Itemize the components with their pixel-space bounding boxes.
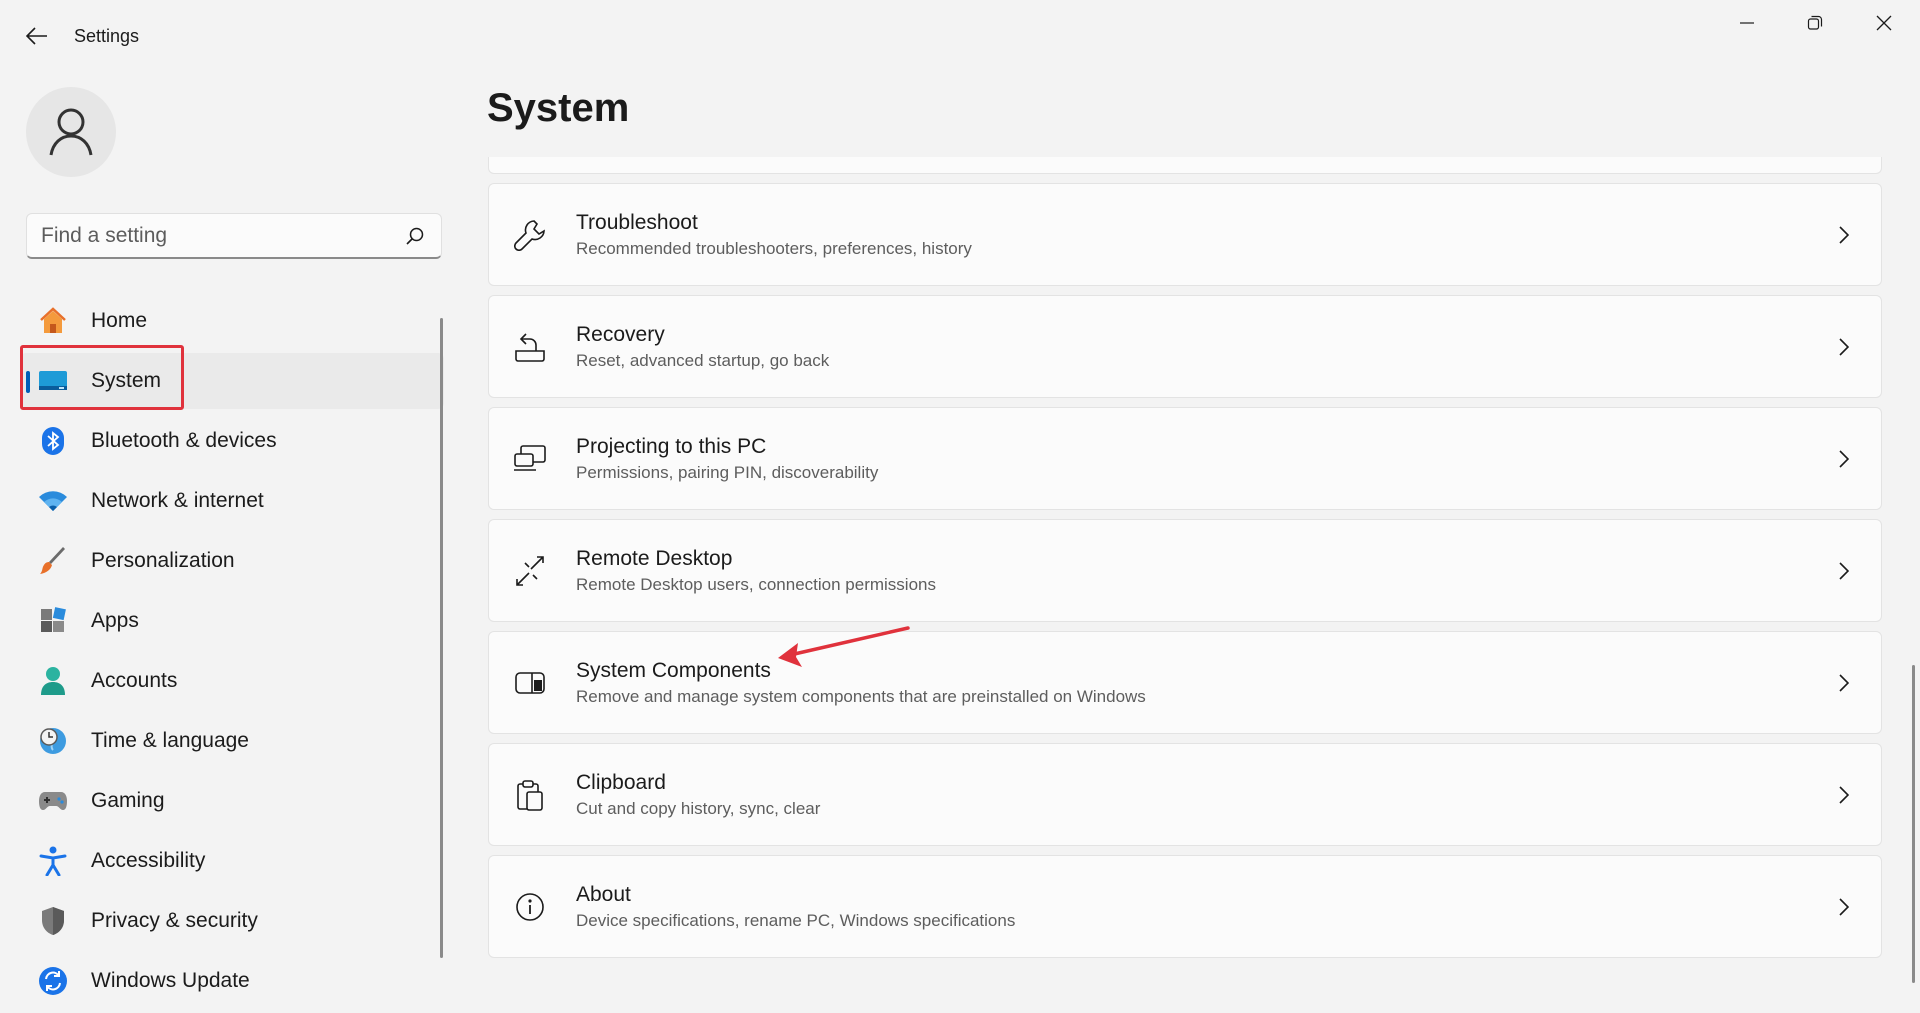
card-projecting[interactable]: Projecting to this PC Permissions, pairi… — [488, 407, 1882, 510]
wifi-icon — [38, 486, 68, 516]
sidebar-item-bluetooth[interactable]: Bluetooth & devices — [20, 413, 444, 469]
chevron-right-icon — [1835, 896, 1853, 918]
sidebar-item-personalization[interactable]: Personalization — [20, 533, 444, 589]
app-title: Settings — [74, 26, 140, 46]
chevron-right-icon — [1835, 336, 1853, 358]
update-icon — [38, 966, 68, 996]
home-icon — [38, 306, 68, 336]
chevron-right-icon — [1835, 560, 1853, 582]
sidebar-item-accessibility[interactable]: Accessibility — [20, 833, 444, 889]
sidebar-item-label: Accounts — [91, 669, 178, 692]
apps-icon — [38, 606, 68, 636]
sidebar-item-accounts[interactable]: Accounts — [20, 653, 444, 709]
highlight-box — [20, 345, 184, 410]
clock-globe-icon — [38, 726, 68, 756]
card-title: System Components — [576, 659, 771, 682]
card-troubleshoot[interactable]: Troubleshoot Recommended troubleshooters… — [488, 183, 1882, 286]
chevron-right-icon — [1835, 448, 1853, 470]
chevron-right-icon — [1835, 784, 1853, 806]
card-title: Projecting to this PC — [576, 435, 767, 458]
card-title: Remote Desktop — [576, 547, 733, 570]
restore-icon — [1807, 15, 1823, 30]
person-icon — [38, 666, 68, 696]
sidebar-item-label: Gaming — [91, 789, 165, 812]
card-about[interactable]: About Device specifications, rename PC, … — [488, 855, 1882, 958]
card-description: Cut and copy history, sync, clear — [576, 799, 821, 818]
back-button[interactable] — [22, 22, 52, 50]
card-title: Recovery — [576, 323, 665, 346]
sidebar-item-label: Accessibility — [91, 849, 206, 872]
title-bar: Settings — [0, 0, 1920, 72]
sidebar-item-label: Bluetooth & devices — [91, 429, 277, 452]
card-description: Permissions, pairing PIN, discoverabilit… — [576, 463, 879, 482]
minimize-button[interactable] — [1719, 10, 1775, 36]
sidebar-item-label: Personalization — [91, 549, 235, 572]
gamepad-icon — [38, 786, 68, 816]
sidebar-item-label: Network & internet — [91, 489, 264, 512]
page-title: System — [487, 86, 630, 130]
search-box — [26, 213, 442, 259]
card-description: Reset, advanced startup, go back — [576, 351, 830, 370]
sidebar-item-windows-update[interactable]: Windows Update — [20, 953, 444, 1009]
sidebar-item-home[interactable]: Home — [20, 293, 444, 349]
projecting-icon — [513, 442, 547, 476]
bluetooth-icon — [38, 426, 68, 456]
card-title: Troubleshoot — [576, 211, 698, 234]
search-icon[interactable] — [405, 226, 425, 246]
recovery-icon — [513, 330, 547, 364]
card-system-components[interactable]: System Components Remove and manage syst… — [488, 631, 1882, 734]
chevron-right-icon — [1835, 224, 1853, 246]
sidebar-item-label: Windows Update — [91, 969, 250, 992]
card-description: Remove and manage system components that… — [576, 687, 1146, 706]
sidebar-item-network[interactable]: Network & internet — [20, 473, 444, 529]
card-description: Remote Desktop users, connection permiss… — [576, 575, 936, 594]
user-icon — [49, 108, 93, 156]
settings-list: Troubleshoot Recommended troubleshooters… — [488, 157, 1882, 958]
sidebar-item-label: Apps — [91, 609, 139, 632]
sidebar-item-label: Home — [91, 309, 148, 332]
main-scrollbar[interactable] — [1912, 665, 1915, 983]
partial-card[interactable] — [488, 157, 1882, 174]
search-input[interactable] — [41, 214, 401, 258]
close-icon — [1876, 15, 1892, 31]
restore-button[interactable] — [1787, 10, 1843, 36]
sidebar-item-gaming[interactable]: Gaming — [20, 773, 444, 829]
avatar[interactable] — [26, 87, 116, 177]
minimize-icon — [1740, 22, 1754, 24]
card-title: Clipboard — [576, 771, 666, 794]
chevron-right-icon — [1835, 672, 1853, 694]
back-arrow-icon — [26, 27, 47, 45]
wrench-icon — [513, 218, 547, 252]
card-remote-desktop[interactable]: Remote Desktop Remote Desktop users, con… — [488, 519, 1882, 622]
card-description: Recommended troubleshooters, preferences… — [576, 239, 972, 258]
card-clipboard[interactable]: Clipboard Cut and copy history, sync, cl… — [488, 743, 1882, 846]
brush-icon — [38, 546, 68, 576]
shield-icon — [38, 906, 68, 936]
sidebar-scrollbar[interactable] — [440, 318, 443, 958]
sidebar-item-apps[interactable]: Apps — [20, 593, 444, 649]
system-components-icon — [513, 666, 547, 700]
sidebar-item-time-language[interactable]: Time & language — [20, 713, 444, 769]
close-button[interactable] — [1856, 10, 1912, 36]
card-description: Device specifications, rename PC, Window… — [576, 911, 1016, 930]
card-title: About — [576, 883, 631, 906]
sidebar-item-label: Privacy & security — [91, 909, 258, 932]
info-icon — [513, 890, 547, 924]
sidebar-item-privacy-security[interactable]: Privacy & security — [20, 893, 444, 949]
sidebar-item-label: Time & language — [91, 729, 249, 752]
accessibility-icon — [38, 846, 68, 876]
clipboard-icon — [513, 778, 547, 812]
remote-desktop-icon — [513, 554, 547, 588]
card-recovery[interactable]: Recovery Reset, advanced startup, go bac… — [488, 295, 1882, 398]
